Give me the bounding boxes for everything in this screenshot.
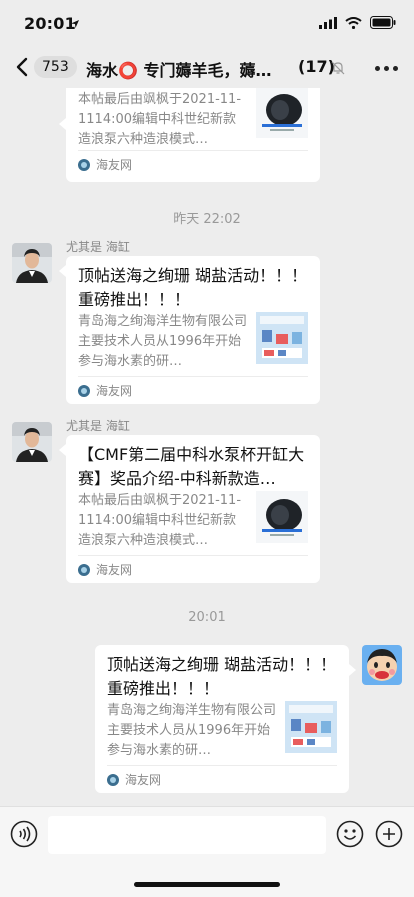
bubble-tail — [59, 444, 66, 456]
wifi-icon — [345, 16, 362, 29]
link-card[interactable]: 顶帖送海之绚珊 瑚盐活动！！！ 重磅推出！！！ 青岛海之绚海洋生物有限公司主要技… — [95, 645, 349, 793]
plus-icon[interactable] — [375, 820, 403, 848]
coral-salt-thumbnail — [285, 701, 337, 753]
card-description: 青岛海之绚海洋生物有限公司主要技术人员从1996年开始参与海水素的研… — [78, 314, 248, 369]
link-card[interactable]: 【CMF第二届中科水泵杯开缸大赛】奖品介绍-中科新款造… 本帖最后由飒枫于202… — [66, 435, 320, 583]
battery-icon — [370, 16, 396, 29]
card-source: 海友网 — [78, 156, 132, 173]
card-title: 【CMF第二届中科水泵杯开缸大赛】奖品介绍-中科新款造… — [78, 445, 305, 488]
source-name: 海友网 — [125, 773, 162, 787]
card-source: 海友网 — [107, 771, 161, 788]
avatar[interactable] — [12, 422, 52, 462]
message-list[interactable]: 本帖最后由飒枫于2021-11-1114:00编辑中科世纪新款造浪泵六种造浪模式… — [0, 88, 414, 806]
card-divider — [107, 765, 337, 766]
source-app-icon — [78, 158, 90, 171]
sender-name: 尤其是 海缸 — [66, 419, 130, 433]
card-divider — [78, 150, 308, 151]
bubble-tail — [59, 118, 66, 130]
location-arrow-icon — [71, 20, 79, 28]
card-title: 顶帖送海之绚珊 瑚盐活动！！！ 重磅推出！！！ — [78, 266, 308, 309]
card-divider — [78, 555, 308, 556]
source-name: 海友网 — [96, 563, 133, 577]
source-app-icon — [78, 563, 90, 576]
sender-name: 尤其是 海缸 — [66, 240, 130, 254]
source-app-icon — [78, 384, 90, 397]
status-icons — [319, 16, 396, 29]
home-indicator — [134, 882, 280, 887]
bubble-tail — [59, 265, 66, 277]
link-card[interactable]: 顶帖送海之绚珊 瑚盐活动！！！ 重磅推出！！！ 青岛海之绚海洋生物有限公司主要技… — [66, 256, 320, 404]
coral-salt-thumbnail — [256, 312, 308, 364]
timestamp: 昨天 22:02 — [173, 212, 241, 227]
source-name: 海友网 — [96, 384, 133, 398]
more-dots-icon[interactable] — [375, 66, 398, 71]
source-app-icon — [107, 773, 119, 786]
card-source: 海友网 — [78, 382, 132, 399]
chat-nav-bar: 753 海水⭕ 专门薅羊毛，薅… (17) — [0, 46, 414, 88]
member-count: (17) — [298, 57, 335, 76]
message-input[interactable] — [48, 816, 326, 854]
mute-bell-icon — [331, 61, 345, 75]
signal-icon — [319, 16, 337, 29]
bubble-tail — [349, 664, 356, 676]
status-time: 20:01 — [24, 14, 76, 33]
status-bar: 20:01 — [0, 0, 414, 46]
wave-pump-thumbnail — [256, 88, 308, 138]
avatar[interactable] — [12, 243, 52, 283]
card-description: 青岛海之绚海洋生物有限公司主要技术人员从1996年开始参与海水素的研… — [107, 703, 277, 758]
card-title: 顶帖送海之绚珊 瑚盐活动！！！ 重磅推出！！！ — [107, 655, 337, 698]
emoji-icon[interactable] — [336, 820, 364, 848]
unread-count-badge[interactable]: 753 — [34, 56, 77, 78]
card-source: 海友网 — [78, 561, 132, 578]
chat-title[interactable]: 海水⭕ 专门薅羊毛，薅… — [86, 57, 316, 81]
source-name: 海友网 — [96, 158, 133, 172]
card-description: 本帖最后由飒枫于2021-11-1114:00编辑中科世纪新款造浪泵六种造浪模式… — [78, 92, 242, 147]
card-divider — [78, 376, 308, 377]
self-avatar[interactable] — [362, 645, 402, 685]
chevron-left-icon[interactable] — [12, 55, 34, 79]
timestamp: 20:01 — [188, 610, 226, 625]
card-description: 本帖最后由飒枫于2021-11-1114:00编辑中科世纪新款造浪泵六种造浪模式… — [78, 493, 242, 548]
link-card[interactable]: 本帖最后由飒枫于2021-11-1114:00编辑中科世纪新款造浪泵六种造浪模式… — [66, 88, 320, 182]
voice-icon[interactable] — [10, 820, 38, 848]
wave-pump-thumbnail — [256, 491, 308, 543]
